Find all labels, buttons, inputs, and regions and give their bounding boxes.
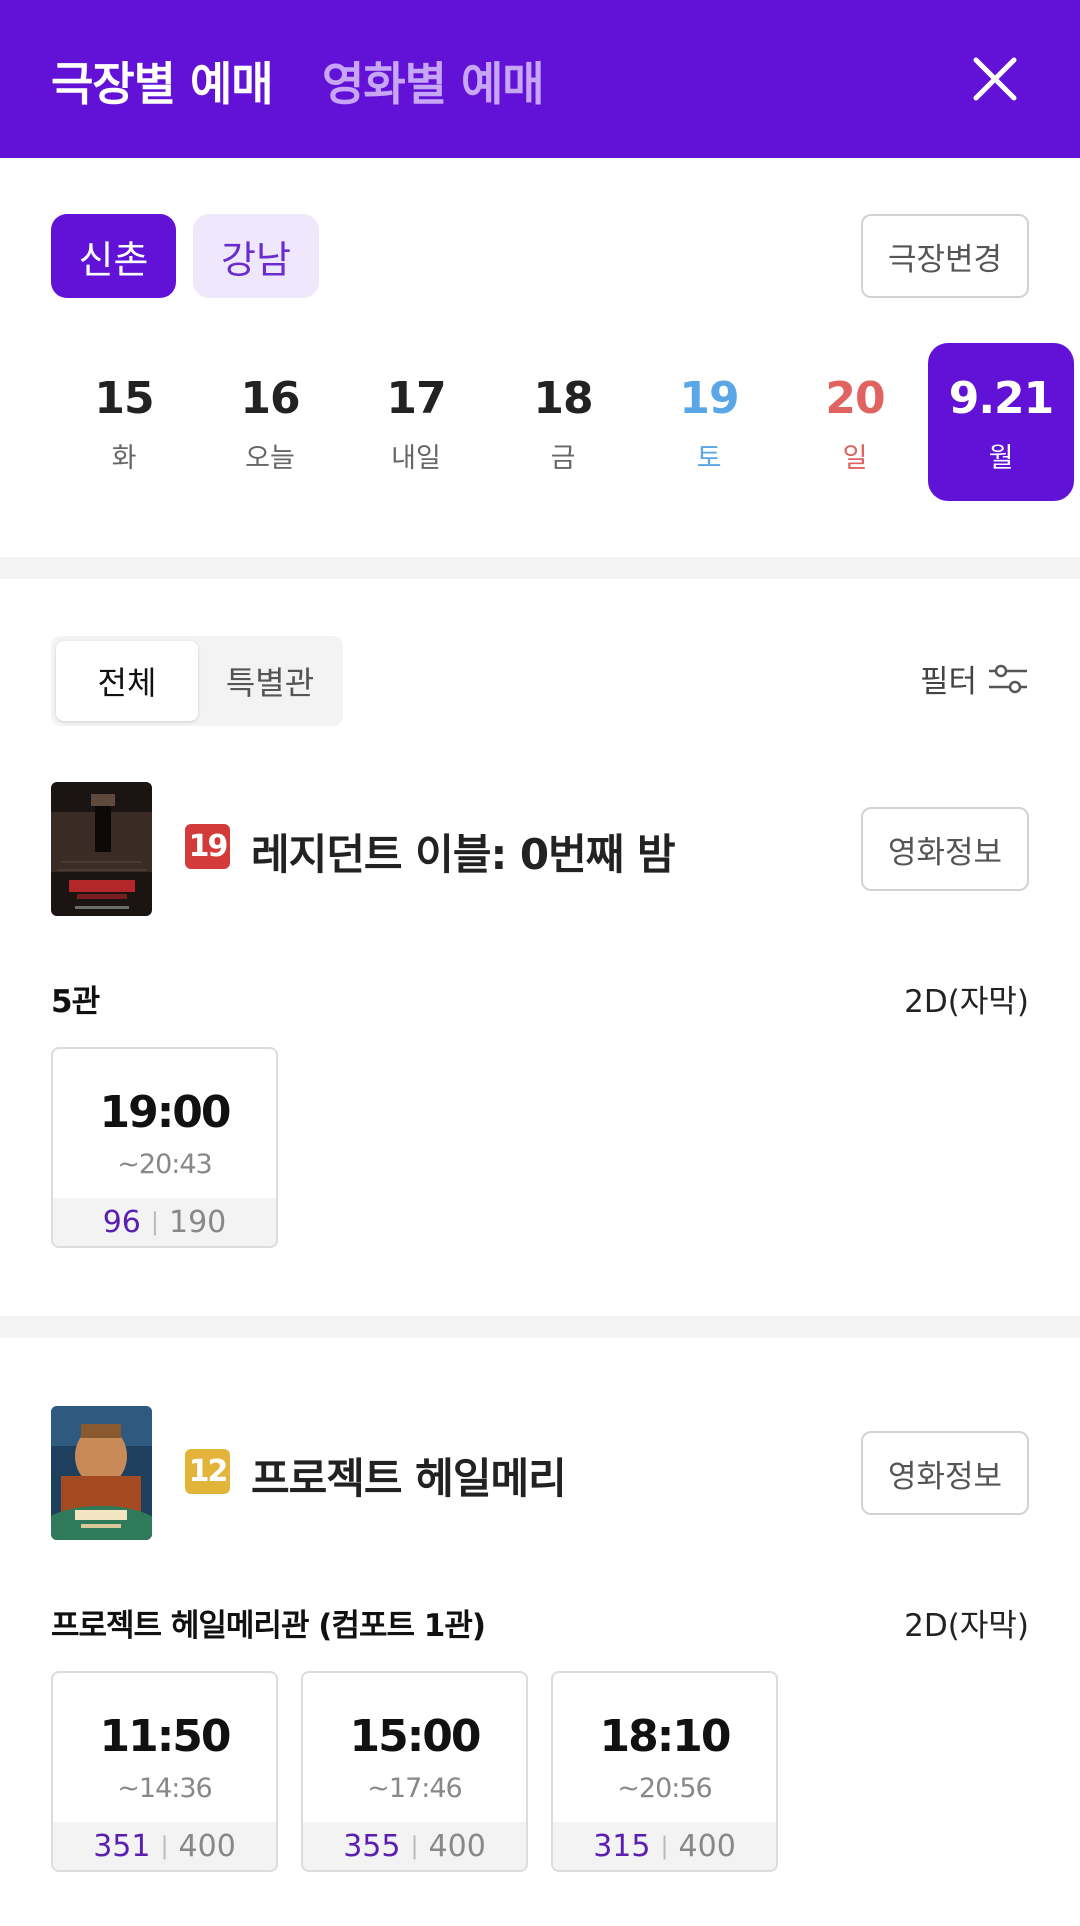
seats-total: 400 [428, 1828, 486, 1864]
showtime-end: ~14:36 [117, 1773, 212, 1804]
date-item[interactable]: 17 내일 [343, 343, 489, 501]
date-day: 화 [111, 443, 137, 474]
date-item-selected[interactable]: 9.21 월 [928, 343, 1074, 501]
date-day: 금 [550, 443, 576, 474]
segment-special-hall[interactable]: 특별관 [201, 641, 339, 721]
movie-title[interactable]: 레지던트 이블: 0번째 밤 [251, 821, 676, 882]
date-item-sunday[interactable]: 20 일 [782, 343, 928, 501]
showtime-card[interactable]: 19:00 ~20:43 96 | 190 [51, 1047, 278, 1248]
movie-title[interactable]: 프로젝트 헤일메리 [251, 1445, 567, 1506]
date-number: 9.21 [948, 373, 1055, 424]
movie-poster[interactable] [51, 1406, 152, 1540]
date-item[interactable]: 15 화 [51, 343, 197, 501]
seat-availability: 315 | 400 [553, 1822, 776, 1870]
segment-all[interactable]: 전체 [56, 641, 198, 721]
movie-poster[interactable] [51, 782, 152, 916]
change-theater-button[interactable]: 극장변경 [861, 214, 1029, 298]
close-icon[interactable] [966, 50, 1024, 108]
seats-available: 315 [593, 1828, 651, 1864]
age-rating-badge: 12 [185, 1449, 230, 1494]
tab-movie-booking[interactable]: 영화별 예매 [322, 48, 545, 114]
date-number: 18 [533, 373, 593, 424]
theater-chip-sinchon[interactable]: 신촌 [51, 214, 176, 298]
showtime-start: 19:00 [99, 1087, 231, 1138]
movie-info-button[interactable]: 영화정보 [861, 807, 1029, 891]
date-number: 19 [679, 373, 739, 424]
seat-availability: 355 | 400 [303, 1822, 526, 1870]
filter-sliders-icon [989, 664, 1028, 693]
showtime-card[interactable]: 11:50 ~14:36 351 | 400 [51, 1671, 278, 1872]
date-item-saturday[interactable]: 19 토 [636, 343, 782, 501]
filter-label: 필터 [920, 664, 978, 700]
date-number: 17 [386, 373, 446, 424]
seat-availability: 96 | 190 [53, 1198, 276, 1246]
seats-available: 96 [102, 1204, 141, 1240]
showtime-card[interactable]: 18:10 ~20:56 315 | 400 [551, 1671, 778, 1872]
seats-available: 351 [93, 1828, 151, 1864]
screen-format: 2D(자막) [904, 1608, 1029, 1644]
hall-type-segment: 전체 특별관 [51, 636, 343, 726]
showtime-end: ~17:46 [367, 1773, 462, 1804]
seats-total: 190 [169, 1204, 227, 1240]
hall-name: 프로젝트 헤일메리관 (컴포트 1관) [51, 1608, 486, 1644]
date-day: 월 [988, 443, 1014, 474]
section-divider [0, 557, 1080, 579]
date-day: 오늘 [245, 443, 295, 474]
tab-theater-booking[interactable]: 극장별 예매 [51, 48, 274, 114]
showtime-end: ~20:43 [117, 1149, 212, 1180]
date-day: 토 [696, 443, 722, 474]
date-item[interactable]: 16 오늘 [197, 343, 343, 501]
top-header: 극장별 예매 영화별 예매 [0, 0, 1080, 158]
filter-button[interactable]: 필터 [920, 656, 1029, 701]
screen-format: 2D(자막) [904, 984, 1029, 1020]
date-number: 15 [94, 373, 154, 424]
showtime-start: 18:10 [599, 1711, 731, 1762]
date-item[interactable]: 18 금 [490, 343, 636, 501]
section-divider [0, 1316, 1080, 1338]
movie-info-button[interactable]: 영화정보 [861, 1431, 1029, 1515]
date-day: 내일 [391, 443, 441, 474]
age-rating-badge: 19 [185, 824, 230, 869]
hall-name: 5관 [51, 984, 100, 1020]
showtime-card[interactable]: 15:00 ~17:46 355 | 400 [301, 1671, 528, 1872]
date-number: 20 [825, 373, 885, 424]
showtime-end: ~20:56 [617, 1773, 712, 1804]
showtime-start: 11:50 [99, 1711, 231, 1762]
showtime-start: 15:00 [349, 1711, 481, 1762]
seat-availability: 351 | 400 [53, 1822, 276, 1870]
date-day: 일 [842, 443, 868, 474]
theater-chip-gangnam[interactable]: 강남 [193, 214, 319, 298]
seats-total: 400 [678, 1828, 736, 1864]
date-number: 16 [240, 373, 300, 424]
seats-total: 400 [178, 1828, 236, 1864]
seats-available: 355 [343, 1828, 401, 1864]
